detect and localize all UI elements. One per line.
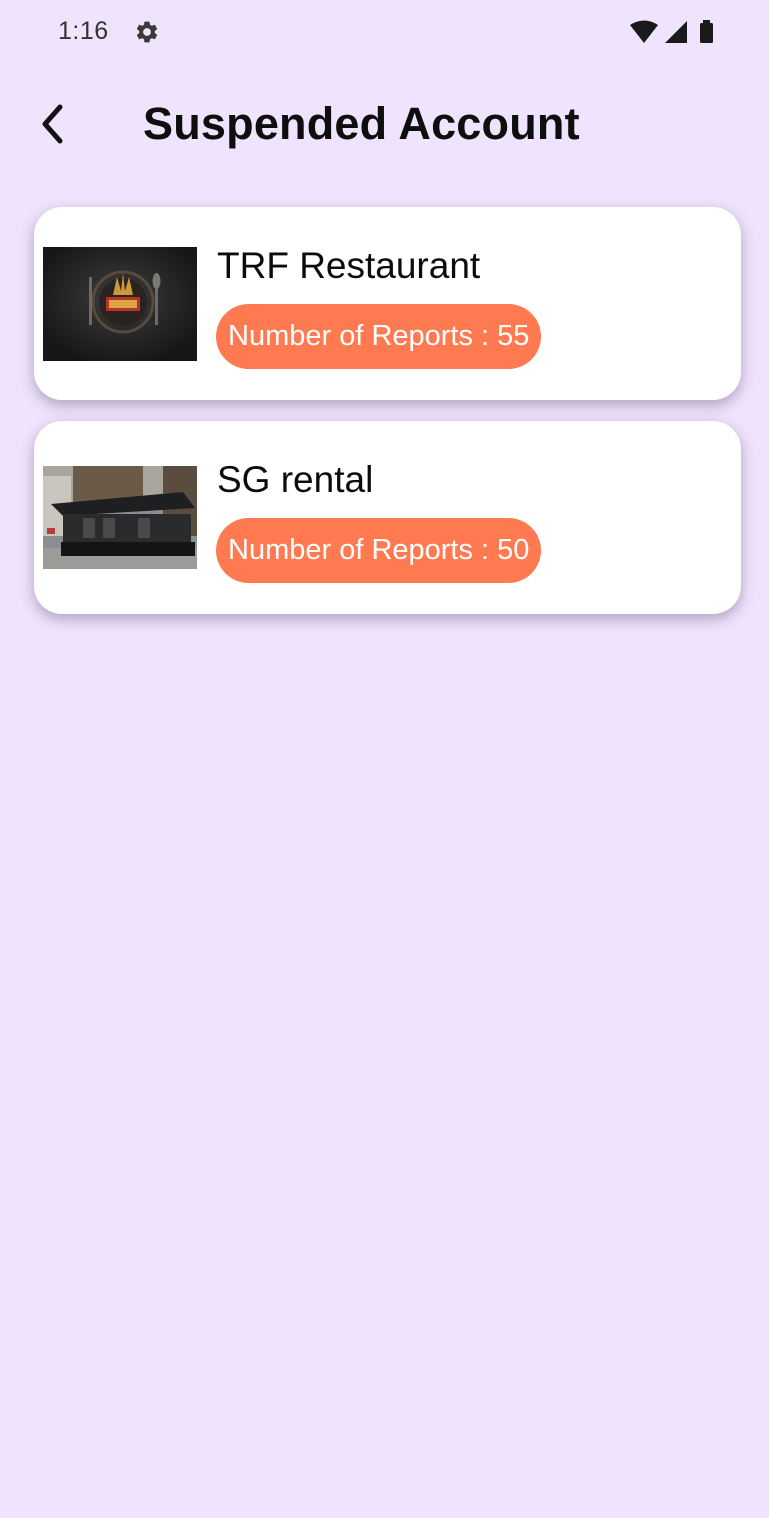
gear-icon <box>134 19 160 45</box>
chevron-left-icon <box>37 102 67 151</box>
reports-badge: Number of Reports : 55 <box>216 304 542 369</box>
reports-count: 50 <box>497 534 530 566</box>
status-bar: 1:16 <box>0 0 769 68</box>
page-title: Suspended Account <box>143 98 580 149</box>
reports-count: 55 <box>497 320 530 352</box>
status-icons <box>629 19 719 47</box>
account-card[interactable]: SG rental Number of Reports : 50 <box>34 421 741 614</box>
status-time: 1:16 <box>58 17 109 45</box>
app-header: Suspended Account <box>0 80 769 172</box>
account-card[interactable]: TRF Restaurant Number of Reports : 55 <box>34 207 741 400</box>
account-thumbnail <box>43 247 197 361</box>
reports-label: Number of Reports : <box>228 320 498 352</box>
cell-signal-icon <box>665 21 687 43</box>
reports-badge: Number of Reports : 50 <box>216 518 542 583</box>
wifi-icon <box>630 20 658 43</box>
back-button[interactable] <box>26 96 78 156</box>
account-name: SG rental <box>217 459 374 500</box>
account-thumbnail <box>43 466 197 569</box>
account-name: TRF Restaurant <box>217 245 481 286</box>
battery-icon <box>700 20 713 43</box>
reports-label: Number of Reports : <box>228 534 498 566</box>
